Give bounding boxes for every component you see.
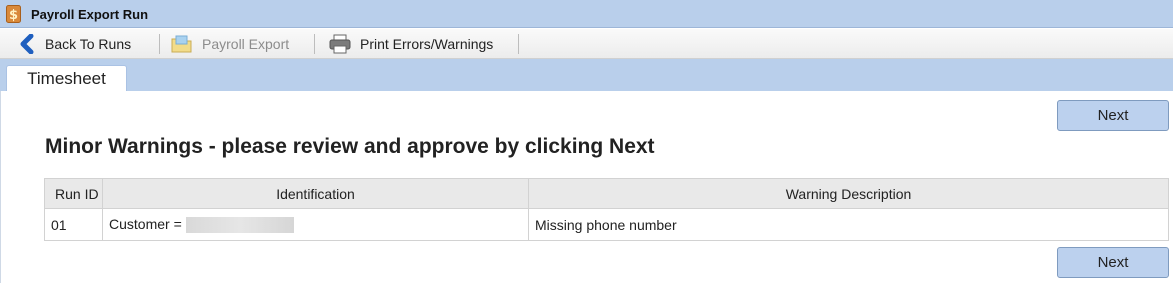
cell-run-id: 01 — [44, 208, 103, 241]
printer-icon — [329, 34, 351, 54]
toolbar-separator — [314, 34, 315, 54]
chevron-left-icon — [20, 34, 34, 54]
column-header-identification: Identification — [102, 178, 529, 209]
toolbar-separator — [518, 34, 519, 54]
payroll-dollar-icon: $ — [6, 5, 21, 23]
tab-strip: Timesheet — [0, 59, 1173, 92]
table-row[interactable]: 01 Customer = Missing phone number — [44, 208, 1169, 241]
window-title: Payroll Export Run — [31, 7, 149, 22]
print-errors-warnings-label: Print Errors/Warnings — [360, 36, 494, 52]
back-to-runs-button[interactable]: Back To Runs — [18, 29, 131, 59]
cell-identification: Customer = — [102, 208, 529, 241]
toolbar-separator — [159, 34, 160, 54]
identification-text: Customer = — [109, 215, 182, 232]
next-button-bottom[interactable]: Next — [1057, 247, 1169, 278]
tab-timesheet[interactable]: Timesheet — [6, 65, 127, 92]
export-folder-icon — [171, 35, 192, 53]
payroll-export-label: Payroll Export — [202, 36, 290, 52]
title-bar: $ Payroll Export Run — [0, 0, 1173, 28]
toolbar: Back To Runs Payroll Export Print Errors… — [0, 29, 1173, 59]
print-errors-warnings-button[interactable]: Print Errors/Warnings — [329, 29, 493, 59]
next-button-top[interactable]: Next — [1057, 100, 1169, 131]
svg-text:$: $ — [9, 8, 18, 23]
payroll-export-button[interactable]: Payroll Export — [171, 29, 289, 59]
redacted-value — [185, 217, 294, 234]
back-to-runs-label: Back To Runs — [45, 36, 132, 52]
column-header-warning-description: Warning Description — [528, 178, 1169, 209]
warnings-table: Run ID Identification Warning Descriptio… — [44, 178, 1169, 241]
table-header-row: Run ID Identification Warning Descriptio… — [44, 178, 1169, 209]
page-heading: Minor Warnings - please review and appro… — [45, 135, 655, 158]
column-header-run-id: Run ID — [44, 178, 103, 209]
cell-warning-description: Missing phone number — [528, 208, 1169, 241]
